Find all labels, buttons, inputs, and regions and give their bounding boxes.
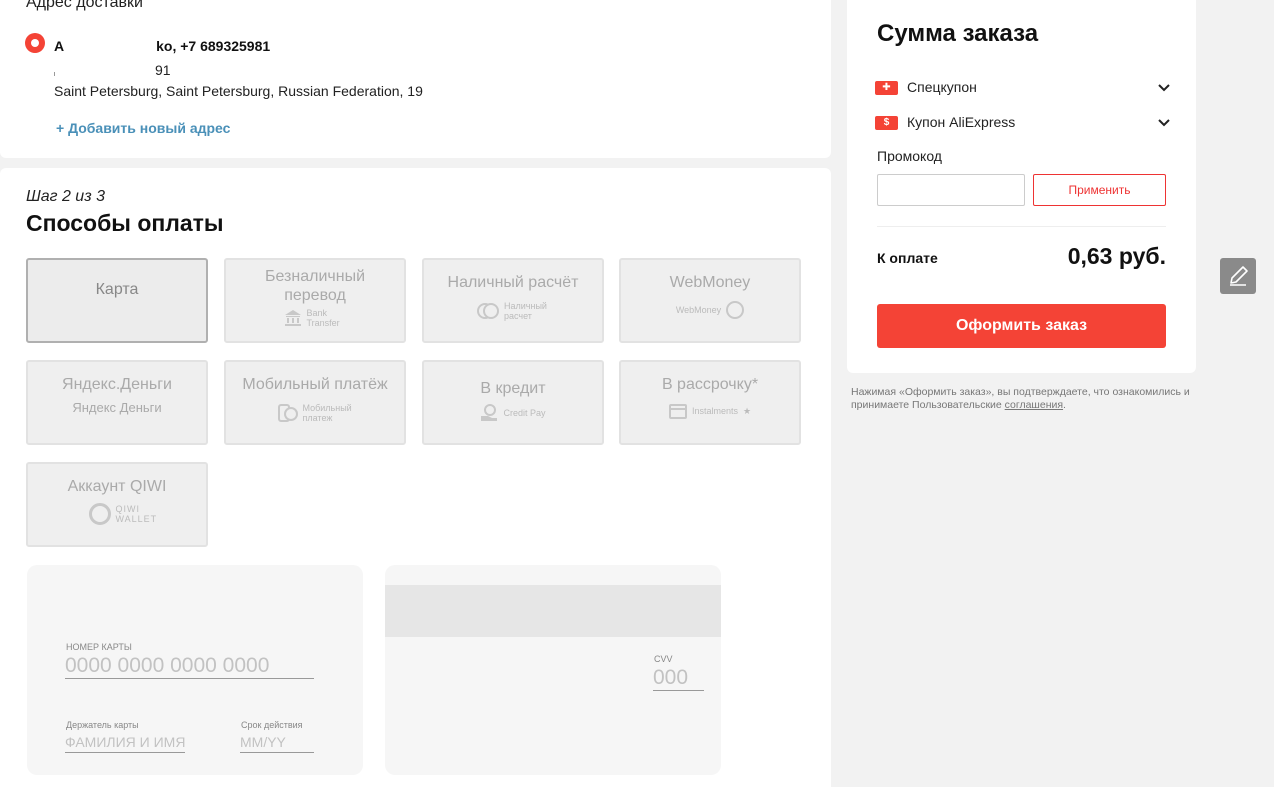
card-back: CVV xyxy=(385,565,721,775)
payment-option-label: Аккаунт QIWI xyxy=(67,478,167,495)
card-expiry-input[interactable] xyxy=(240,731,314,753)
legal-notice: Нажимая «Оформить заказ», вы подтверждае… xyxy=(851,386,1201,412)
payment-panel: Шаг 2 из 3 Способы оплаты Карта Безналич… xyxy=(0,168,831,787)
special-coupon-icon: ✚ xyxy=(875,81,898,95)
bank-icon xyxy=(284,310,301,326)
cash-logo-text: Наличный расчет xyxy=(504,301,547,321)
star-icon: ★ xyxy=(742,406,752,416)
yandex-money-logo: Яндекс Деньги xyxy=(72,400,162,415)
summary-title: Сумма заказа xyxy=(877,20,1039,47)
payment-option-qiwi[interactable]: Аккаунт QIWI QIWI WALLET xyxy=(26,462,208,547)
payment-option-credit[interactable]: В кредит Credit Pay xyxy=(422,360,604,445)
promo-code-input[interactable] xyxy=(877,174,1025,206)
summary-divider xyxy=(877,226,1166,227)
qiwi-logo: QIWI WALLET xyxy=(88,503,158,525)
special-coupon-row[interactable]: ✚ Спецкупон xyxy=(875,77,1171,99)
cvv-input[interactable] xyxy=(653,665,704,691)
instalments-logo-text: Instalments xyxy=(691,406,738,416)
payment-option-webmoney[interactable]: WebMoney WebMoney xyxy=(619,258,801,343)
edit-feedback-button[interactable] xyxy=(1220,258,1256,294)
promo-code-label: Промокод xyxy=(877,148,942,164)
chevron-down-icon xyxy=(1158,84,1170,92)
delivery-heading: Адрес доставки xyxy=(26,0,143,11)
address-line2: 91 xyxy=(155,62,171,78)
instalments-logo: Instalments ★ xyxy=(668,403,752,419)
total-amount: 0,63 руб. xyxy=(1067,243,1166,269)
phone-icon xyxy=(277,404,298,422)
payment-option-label: Карта xyxy=(95,281,139,298)
recipient-name-start: A xyxy=(54,38,65,54)
legal-end: . xyxy=(1063,399,1066,411)
bank-transfer-logo-text: Bank Transfer xyxy=(306,308,340,328)
payment-option-label: Мобильный платёж xyxy=(242,376,388,393)
aliexpress-coupon-label: Купон AliExpress xyxy=(907,114,1016,130)
credit-pay-logo-text: Credit Pay xyxy=(503,408,546,418)
payment-option-mobile[interactable]: Мобильный платёж Мобильный платеж xyxy=(224,360,406,445)
cvv-label: CVV xyxy=(654,654,673,664)
aliexpress-coupon-icon: $ xyxy=(875,116,898,130)
payment-option-label: Наличный расчёт xyxy=(447,274,579,291)
magnetic-stripe xyxy=(385,585,721,637)
payment-option-bank-transfer[interactable]: Безналичный перевод Bank Transfer xyxy=(224,258,406,343)
payment-option-cash[interactable]: Наличный расчёт Наличный расчет xyxy=(422,258,604,343)
webmoney-logo-text: WebMoney xyxy=(675,305,722,315)
card-number-label: НОМЕР КАРТЫ xyxy=(66,642,132,652)
add-address-link[interactable]: + Добавить новый адрес xyxy=(56,120,230,136)
payment-option-label: Яндекс.Деньги xyxy=(62,376,172,393)
mobile-payment-logo: Мобильный платеж xyxy=(277,403,353,423)
place-order-button[interactable]: Оформить заказ xyxy=(877,304,1166,348)
credit-pay-logo: Credit Pay xyxy=(480,404,546,422)
payment-title: Способы оплаты xyxy=(26,210,224,236)
coins-icon xyxy=(477,303,499,319)
globe-icon xyxy=(726,301,745,319)
card-number-input[interactable] xyxy=(65,653,314,679)
qiwi-logo-text: QIWI WALLET xyxy=(115,504,158,524)
payment-option-card[interactable]: Карта xyxy=(26,258,208,343)
calendar-icon xyxy=(668,404,687,419)
hand-coin-icon xyxy=(481,404,498,421)
card-holder-label: Держатель карты xyxy=(66,720,139,730)
chevron-down-icon xyxy=(1158,119,1170,127)
total-label: К оплате xyxy=(877,250,938,266)
card-front: НОМЕР КАРТЫ Держатель карты Срок действи… xyxy=(27,565,363,775)
card-expiry-label: Срок действия xyxy=(241,720,303,730)
special-coupon-label: Спецкупон xyxy=(907,79,977,95)
address-radio-selected[interactable] xyxy=(25,33,45,53)
mobile-payment-logo-text: Мобильный платеж xyxy=(302,403,352,423)
address-line2-mask xyxy=(54,72,58,76)
qiwi-circle-icon xyxy=(88,503,111,525)
apply-promo-button[interactable]: Применить xyxy=(1033,174,1166,206)
webmoney-logo: WebMoney xyxy=(675,301,745,319)
cash-logo: Наличный расчет xyxy=(477,301,549,321)
delivery-address-panel: Адрес доставки Ako, +7 689325981 91 Sain… xyxy=(0,0,831,158)
pencil-icon xyxy=(1230,266,1248,286)
agreement-link[interactable]: соглашения xyxy=(1005,399,1063,411)
order-summary-panel: Сумма заказа ✚ Спецкупон $ Купон AliExpr… xyxy=(847,0,1196,373)
address-city-line: Saint Petersburg, Saint Petersburg, Russ… xyxy=(54,83,423,99)
yandex-money-logo-text: Яндекс Деньги xyxy=(72,400,162,415)
address-recipient: Ako, +7 689325981 xyxy=(54,38,270,54)
step-indicator: Шаг 2 из 3 xyxy=(26,188,105,205)
payment-option-yandex-money[interactable]: Яндекс.Деньги Яндекс Деньги xyxy=(26,360,208,445)
bank-transfer-logo: Bank Transfer xyxy=(284,308,347,328)
recipient-name-phone: ko, +7 689325981 xyxy=(156,38,271,54)
card-holder-input[interactable] xyxy=(65,731,185,753)
payment-option-label: В кредит xyxy=(480,380,546,397)
aliexpress-coupon-row[interactable]: $ Купон AliExpress xyxy=(875,112,1171,134)
payment-option-label: В рассрочку* xyxy=(661,376,759,393)
payment-option-label: Безналичный перевод xyxy=(265,268,365,304)
payment-option-label: WebMoney xyxy=(669,274,751,291)
payment-option-instalments[interactable]: В рассрочку* Instalments ★ xyxy=(619,360,801,445)
